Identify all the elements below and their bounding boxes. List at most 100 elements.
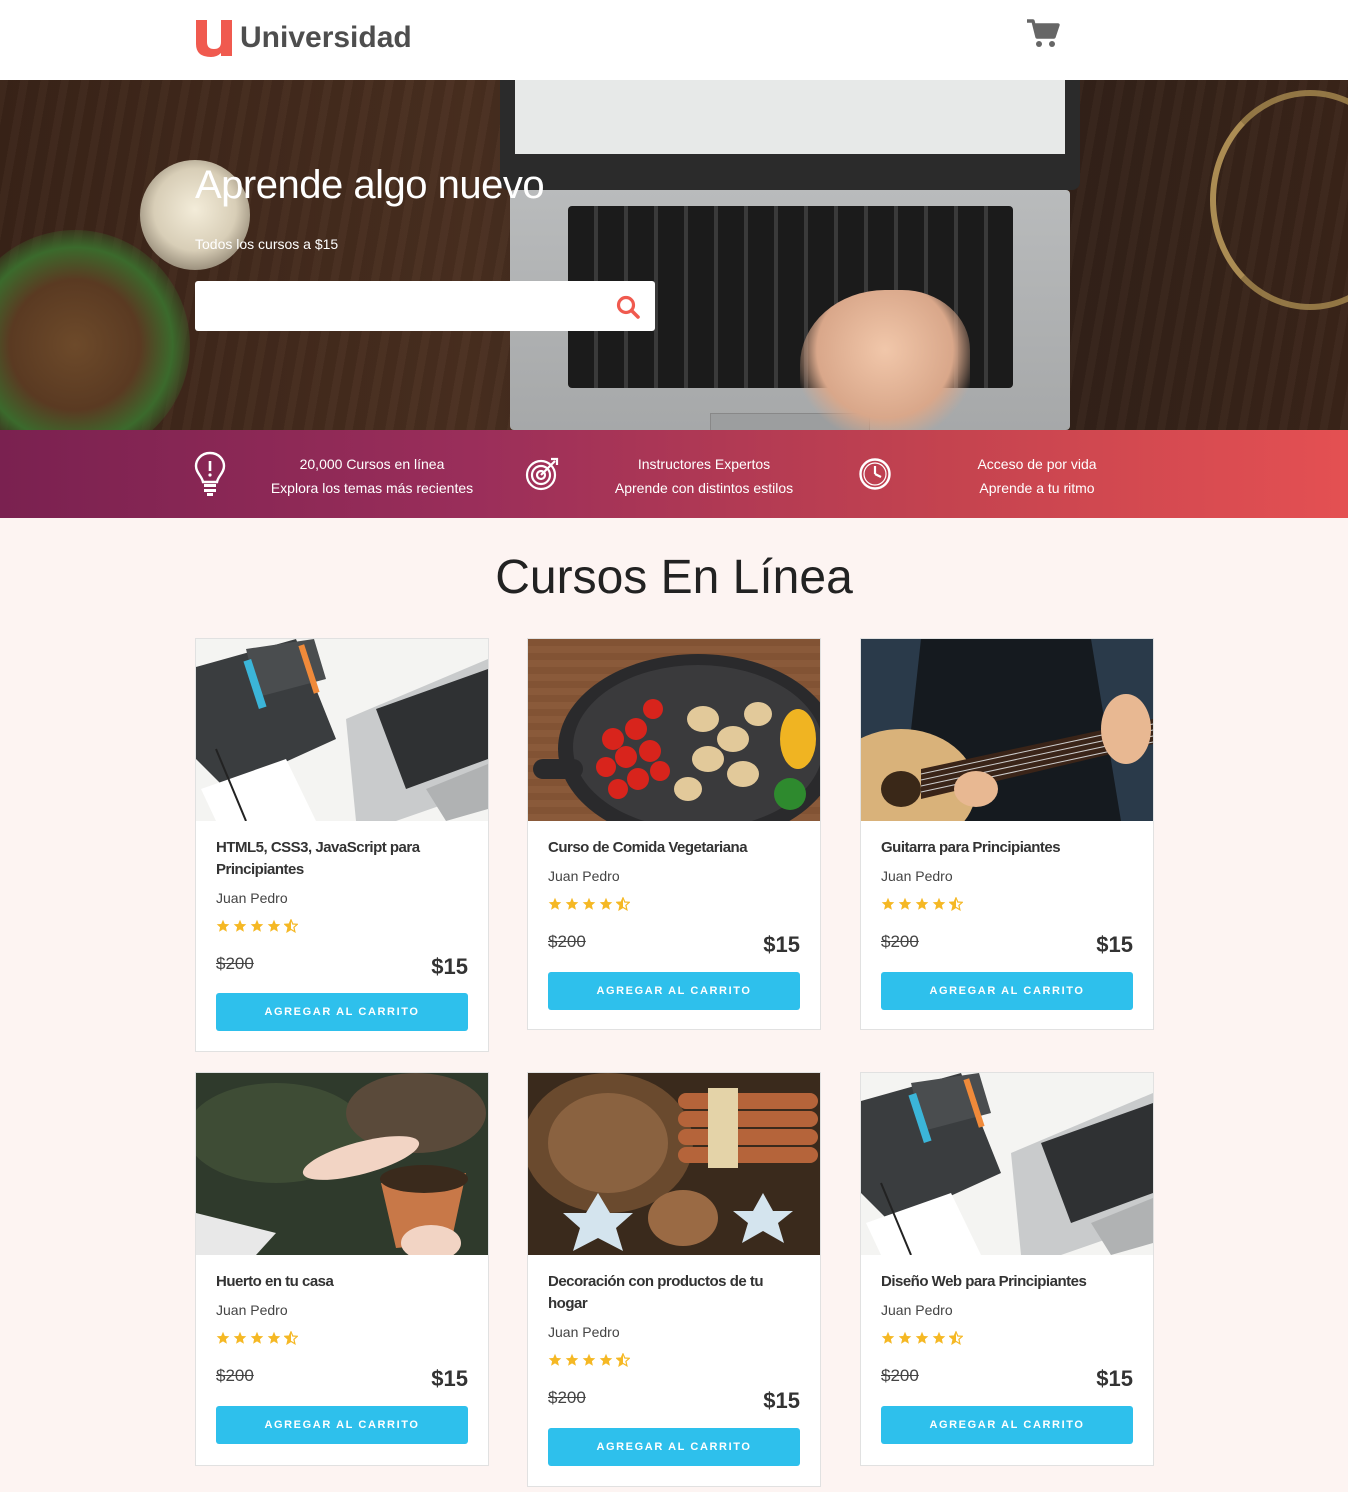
course-old-price: $200 xyxy=(216,954,254,973)
course-image-decoration[interactable] xyxy=(528,1073,820,1255)
star-icon xyxy=(250,919,264,932)
course-author: Juan Pedro xyxy=(216,1302,288,1318)
search-form xyxy=(195,281,655,331)
course-image-html-css[interactable] xyxy=(196,639,488,821)
lightbulb-icon xyxy=(194,451,226,496)
course-rating xyxy=(216,919,298,933)
course-old-price: $200 xyxy=(548,932,586,951)
star-icon xyxy=(898,897,912,910)
star-half-icon xyxy=(616,1353,630,1367)
course-price: $15 xyxy=(1096,1366,1133,1391)
feature-line1: 20,000 Cursos en línea xyxy=(299,456,445,472)
course-card: Decoración con productos de tu hogar Jua… xyxy=(527,1072,821,1487)
star-icon xyxy=(898,1331,912,1344)
star-icon xyxy=(599,1353,613,1366)
course-price: $15 xyxy=(431,1366,468,1391)
features-bar: 20,000 Cursos en línea Explora los temas… xyxy=(0,430,1348,518)
add-to-cart-button[interactable]: AGREGAR AL CARRITO xyxy=(216,993,468,1031)
star-icon xyxy=(250,1331,264,1344)
logo-u-icon xyxy=(196,20,232,57)
star-icon xyxy=(267,1331,281,1344)
search-icon[interactable] xyxy=(615,294,641,320)
hand-image xyxy=(800,290,970,430)
star-half-icon xyxy=(949,897,963,911)
course-image-plant[interactable] xyxy=(196,1073,488,1255)
hero-title: Aprende algo nuevo xyxy=(195,163,545,207)
star-icon xyxy=(932,897,946,910)
course-old-price: $200 xyxy=(881,932,919,951)
add-to-cart-button[interactable]: AGREGAR AL CARRITO xyxy=(216,1406,468,1444)
star-icon xyxy=(548,1353,562,1366)
course-image-guitar[interactable] xyxy=(861,639,1153,821)
logo[interactable]: Universidad xyxy=(194,18,412,58)
feature-text-instructors: Instructores Expertos Aprende con distin… xyxy=(574,452,834,500)
star-icon xyxy=(881,1331,895,1344)
course-rating xyxy=(548,1353,630,1367)
add-to-cart-button[interactable]: AGREGAR AL CARRITO xyxy=(881,972,1133,1010)
star-icon xyxy=(565,897,579,910)
course-old-price: $200 xyxy=(216,1366,254,1385)
cart-icon[interactable] xyxy=(1026,18,1060,48)
star-half-icon xyxy=(284,1331,298,1345)
site-header: Universidad xyxy=(0,0,1348,80)
feature-text-access: Acceso de por vida Aprende a tu ritmo xyxy=(907,452,1167,500)
course-author: Juan Pedro xyxy=(881,1302,953,1318)
target-icon xyxy=(525,457,559,491)
course-image-vegetables[interactable] xyxy=(528,639,820,821)
add-to-cart-button[interactable]: AGREGAR AL CARRITO xyxy=(548,1428,800,1466)
star-icon xyxy=(582,897,596,910)
course-card: HTML5, CSS3, JavaScript para Principiant… xyxy=(195,638,489,1052)
feature-text-courses: 20,000 Cursos en línea Explora los temas… xyxy=(242,452,502,500)
course-rating xyxy=(548,897,630,911)
course-card: Diseño Web para Principiantes Juan Pedro… xyxy=(860,1072,1154,1466)
star-icon xyxy=(216,919,230,932)
course-rating xyxy=(881,1331,963,1345)
course-author: Juan Pedro xyxy=(548,1324,620,1340)
course-price: $15 xyxy=(763,1388,800,1413)
star-icon xyxy=(599,897,613,910)
star-icon xyxy=(915,897,929,910)
course-author: Juan Pedro xyxy=(216,890,288,906)
course-title[interactable]: HTML5, CSS3, JavaScript para Principiant… xyxy=(216,837,471,881)
course-title[interactable]: Huerto en tu casa xyxy=(216,1271,471,1293)
add-to-cart-button[interactable]: AGREGAR AL CARRITO xyxy=(548,972,800,1010)
course-rating xyxy=(216,1331,298,1345)
hero-banner: Aprende algo nuevo Todos los cursos a $1… xyxy=(0,80,1348,430)
star-half-icon xyxy=(284,919,298,933)
feature-line2: Explora los temas más recientes xyxy=(270,480,474,496)
hero-subtitle: Todos los cursos a $15 xyxy=(195,236,339,252)
star-half-icon xyxy=(949,1331,963,1345)
star-icon xyxy=(582,1353,596,1366)
course-title[interactable]: Guitarra para Principiantes xyxy=(881,837,1136,859)
star-icon xyxy=(915,1331,929,1344)
feature-line2: Aprende con distintos estilos xyxy=(614,480,794,496)
course-title[interactable]: Decoración con productos de tu hogar xyxy=(548,1271,803,1315)
add-to-cart-button[interactable]: AGREGAR AL CARRITO xyxy=(881,1406,1133,1444)
section-title: Cursos En Línea xyxy=(495,551,853,604)
course-image-web-design[interactable] xyxy=(861,1073,1153,1255)
course-price: $15 xyxy=(1096,932,1133,957)
course-price: $15 xyxy=(763,932,800,957)
course-title[interactable]: Diseño Web para Principiantes xyxy=(881,1271,1136,1293)
logo-text: Universidad xyxy=(240,21,412,54)
search-input[interactable] xyxy=(195,281,605,331)
laptop-screen-content xyxy=(515,80,1065,154)
star-half-icon xyxy=(616,897,630,911)
star-icon xyxy=(932,1331,946,1344)
star-icon xyxy=(233,1331,247,1344)
course-price: $15 xyxy=(431,954,468,979)
feature-line2: Aprende a tu ritmo xyxy=(979,480,1095,496)
star-icon xyxy=(565,1353,579,1366)
course-old-price: $200 xyxy=(881,1366,919,1385)
star-icon xyxy=(881,897,895,910)
course-card: Guitarra para Principiantes Juan Pedro $… xyxy=(860,638,1154,1030)
course-title[interactable]: Curso de Comida Vegetariana xyxy=(548,837,803,859)
course-author: Juan Pedro xyxy=(881,868,953,884)
star-icon xyxy=(233,919,247,932)
course-rating xyxy=(881,897,963,911)
course-card: Curso de Comida Vegetariana Juan Pedro $… xyxy=(527,638,821,1030)
star-icon xyxy=(267,919,281,932)
course-old-price: $200 xyxy=(548,1388,586,1407)
clock-icon xyxy=(859,458,891,490)
feature-line1: Instructores Expertos xyxy=(637,456,771,472)
